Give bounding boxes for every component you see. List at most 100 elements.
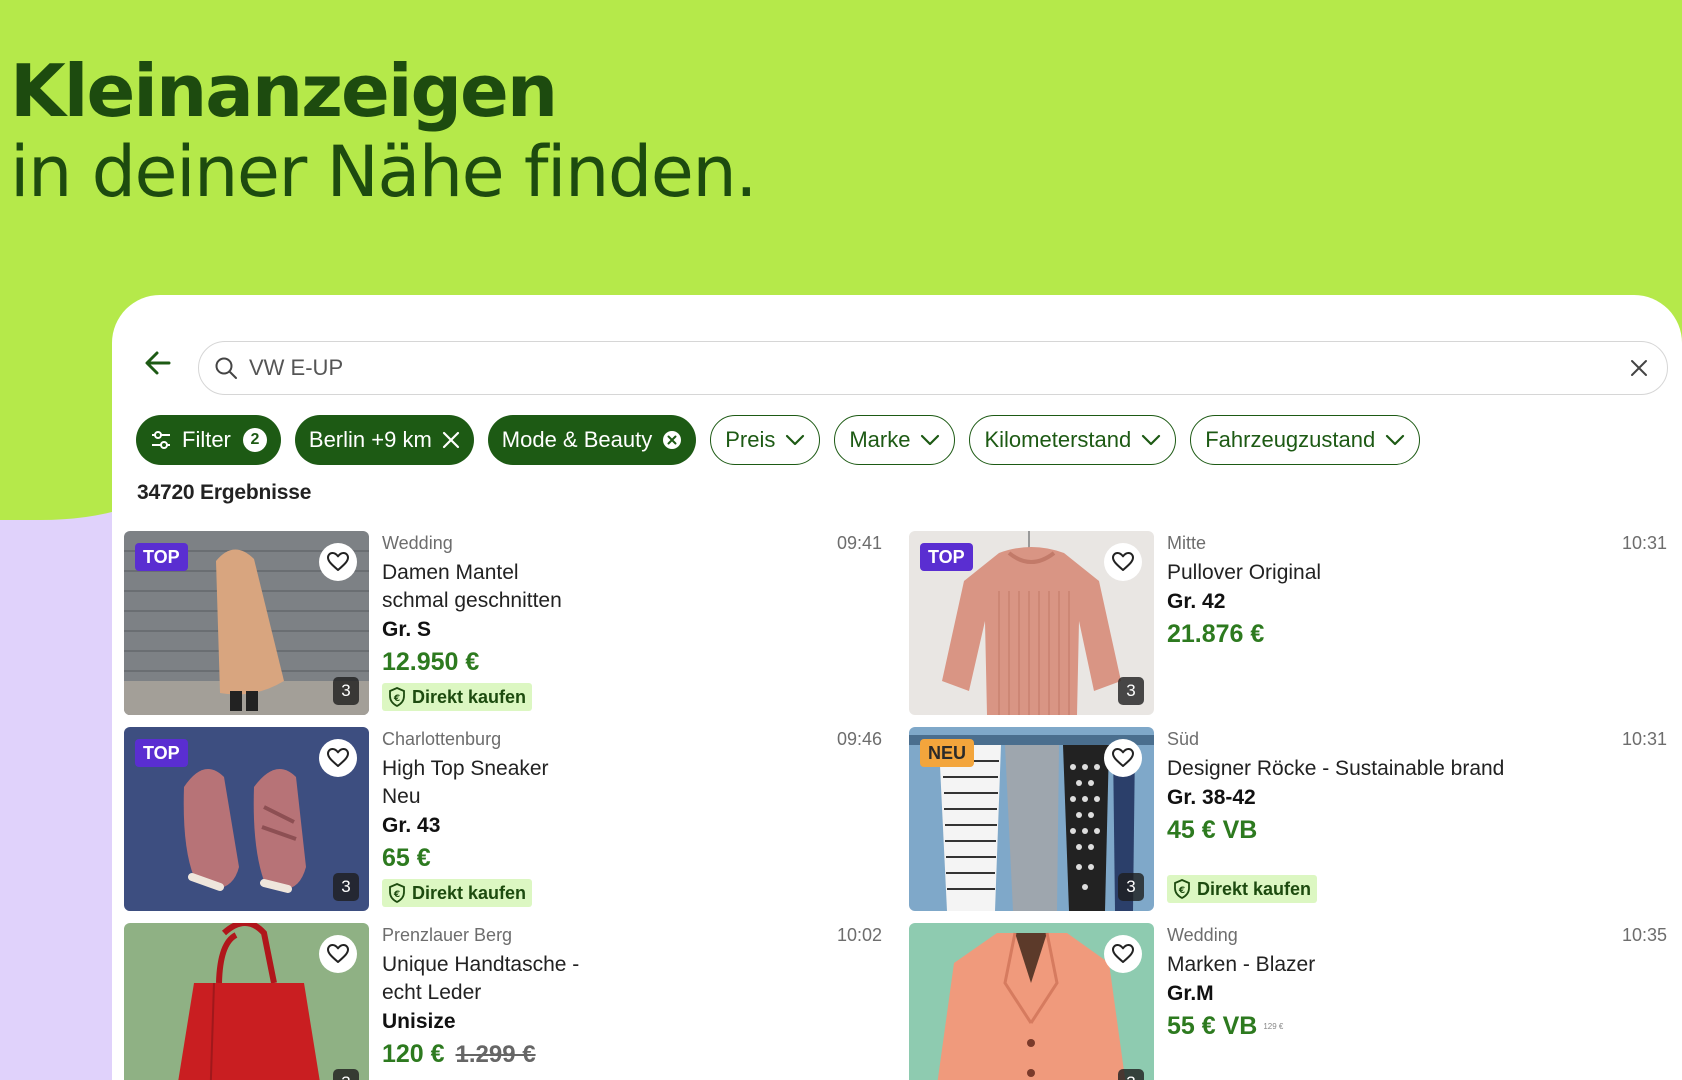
listing-size: Unisize xyxy=(382,1010,456,1033)
listing-image[interactable]: NEU 3 xyxy=(909,727,1154,911)
category-chip[interactable]: Mode & Beauty xyxy=(487,415,697,465)
listing-location: Wedding xyxy=(1167,925,1238,945)
listing-title-line: echt Leder xyxy=(382,981,482,1004)
condition-dropdown-chip[interactable]: Fahrzeugzustand xyxy=(1190,415,1421,465)
top-badge: TOP xyxy=(920,543,973,571)
listing-time: 10:02 xyxy=(836,925,882,945)
listing-title-line: Pullover Original xyxy=(1167,561,1322,584)
hero-heading: Kleinanzeigen in deiner Nähe finden. xyxy=(10,48,758,210)
listing-price: 120 € 1.299 € xyxy=(382,1037,882,1072)
listing-location: Wedding xyxy=(382,533,453,553)
direct-buy-badge: € Direkt kaufen xyxy=(382,683,533,711)
heart-icon[interactable] xyxy=(319,739,357,777)
direct-buy-badge: € Direkt kaufen xyxy=(382,879,533,907)
listing-price: 45 € VB xyxy=(1167,816,1258,844)
app-panel: Filter 2 Berlin +9 km Mode & Beauty Prei… xyxy=(112,295,1682,1080)
shield-euro-icon: € xyxy=(388,687,406,707)
search-bar[interactable] xyxy=(198,341,1668,395)
image-count-badge: 3 xyxy=(333,1069,359,1080)
listing-info: Charlottenburg 09:46 High Top Sneaker Ne… xyxy=(382,727,882,908)
location-chip[interactable]: Berlin +9 km xyxy=(294,415,474,465)
heart-icon[interactable] xyxy=(319,543,357,581)
listing-card[interactable]: NEU 3 Süd 10:31 Designer Röcke - Sustain… xyxy=(909,727,1669,911)
listing-location: Prenzlauer Berg xyxy=(382,925,513,945)
listing-price: 65 € xyxy=(382,844,431,872)
listing-info: Prenzlauer Berg 10:02 Unique Handtasche … xyxy=(382,923,882,1072)
filter-count-badge: 2 xyxy=(242,428,267,452)
listing-title: Unique Handtasche - echt Leder xyxy=(382,951,882,1007)
heart-icon[interactable] xyxy=(1104,543,1142,581)
arrow-left-icon xyxy=(145,351,171,375)
image-count-badge: 3 xyxy=(1118,677,1144,705)
listing-image[interactable]: TOP 3 xyxy=(909,531,1154,715)
close-circle-icon[interactable] xyxy=(662,430,682,450)
filter-chip[interactable]: Filter 2 xyxy=(136,415,281,465)
image-count-badge: 3 xyxy=(333,677,359,705)
brand-dropdown-chip[interactable]: Marke xyxy=(834,415,956,465)
heart-icon[interactable] xyxy=(1104,739,1142,777)
back-button[interactable] xyxy=(138,343,178,383)
svg-text:€: € xyxy=(1178,886,1185,896)
image-count-badge: 3 xyxy=(1118,873,1144,901)
new-badge: NEU xyxy=(920,739,975,767)
results-count: 34720 Ergebnisse xyxy=(137,481,312,504)
listing-card[interactable]: TOP 3 Charlottenburg 09:46 High Top Snea… xyxy=(124,727,884,911)
listing-price-small: 129 € xyxy=(1263,1022,1284,1032)
shield-euro-icon: € xyxy=(1173,879,1191,899)
listing-card[interactable]: 3 Prenzlauer Berg 10:02 Unique Handtasch… xyxy=(124,923,884,1080)
listing-card[interactable]: TOP 3 Wedding 09:41 Damen Mantel schmal … xyxy=(124,531,884,715)
listing-size: Gr. 43 xyxy=(382,814,441,837)
listing-info: Wedding 09:41 Damen Mantel schmal geschn… xyxy=(382,531,882,712)
filter-chip-label: Filter xyxy=(182,427,231,452)
heart-icon[interactable] xyxy=(319,935,357,973)
listing-card[interactable]: 3 Wedding 10:35 Marken - Blazer Gr.M 55 … xyxy=(909,923,1669,1080)
listing-title-line: Unique Handtasche - xyxy=(382,953,580,976)
listing-title-line: High Top Sneaker xyxy=(382,757,549,780)
listing-info: Süd 10:31 Designer Röcke - Sustainable b… xyxy=(1167,727,1667,904)
hero-title: Kleinanzeigen xyxy=(10,49,558,133)
sliders-icon xyxy=(150,429,172,451)
listing-image[interactable]: 3 xyxy=(909,923,1154,1080)
listing-title-line: schmal geschnitten xyxy=(382,589,562,612)
listing-image[interactable]: TOP 3 xyxy=(124,727,369,911)
listing-size: Gr.M xyxy=(1167,982,1214,1005)
listing-title: Marken - Blazer xyxy=(1167,951,1667,979)
listing-title: Damen Mantel schmal geschnitten xyxy=(382,559,882,615)
listing-info: Wedding 10:35 Marken - Blazer Gr.M 55 € … xyxy=(1167,923,1667,1044)
svg-text:€: € xyxy=(393,890,400,900)
mileage-dropdown-chip[interactable]: Kilometerstand xyxy=(969,415,1177,465)
listing-time: 10:31 xyxy=(1621,533,1667,553)
listing-price-current: 55 € VB xyxy=(1167,1012,1258,1040)
chevron-down-icon xyxy=(1141,433,1161,447)
listing-title: High Top Sneaker Neu xyxy=(382,755,882,811)
listing-title-line: Neu xyxy=(382,785,421,808)
listing-size: Gr. 42 xyxy=(1167,590,1226,613)
listing-price-old: 1.299 € xyxy=(455,1041,536,1068)
listing-time: 10:35 xyxy=(1621,925,1667,945)
listing-location: Süd xyxy=(1167,729,1200,749)
listing-size: Gr. 38-42 xyxy=(1167,786,1256,809)
listing-price: 55 € VB 129 € xyxy=(1167,1009,1667,1044)
svg-text:€: € xyxy=(393,694,400,704)
top-badge: TOP xyxy=(135,543,188,571)
listing-image[interactable]: 3 xyxy=(124,923,369,1080)
listing-title-line: Designer Röcke - Sustainable brand xyxy=(1167,757,1505,780)
listing-location: Charlottenburg xyxy=(382,729,502,749)
search-input[interactable] xyxy=(249,355,1625,381)
listing-location: Mitte xyxy=(1167,533,1207,553)
price-dropdown-chip[interactable]: Preis xyxy=(710,415,821,465)
listing-price: 21.876 € xyxy=(1167,620,1265,648)
image-count-badge: 3 xyxy=(333,873,359,901)
filter-chips: Filter 2 Berlin +9 km Mode & Beauty Prei… xyxy=(136,415,1421,465)
category-chip-label: Mode & Beauty xyxy=(501,427,653,452)
listing-time: 09:46 xyxy=(836,729,882,749)
close-icon[interactable] xyxy=(442,431,460,449)
listing-image[interactable]: TOP 3 xyxy=(124,531,369,715)
close-icon[interactable] xyxy=(1625,354,1653,382)
chevron-down-icon xyxy=(785,433,805,447)
shield-euro-icon: € xyxy=(388,883,406,903)
listing-card[interactable]: TOP 3 Mitte 10:31 Pullover Original Gr. … xyxy=(909,531,1669,715)
chevron-down-icon xyxy=(920,433,940,447)
heart-icon[interactable] xyxy=(1104,935,1142,973)
listing-info: Mitte 10:31 Pullover Original Gr. 42 21.… xyxy=(1167,531,1667,651)
